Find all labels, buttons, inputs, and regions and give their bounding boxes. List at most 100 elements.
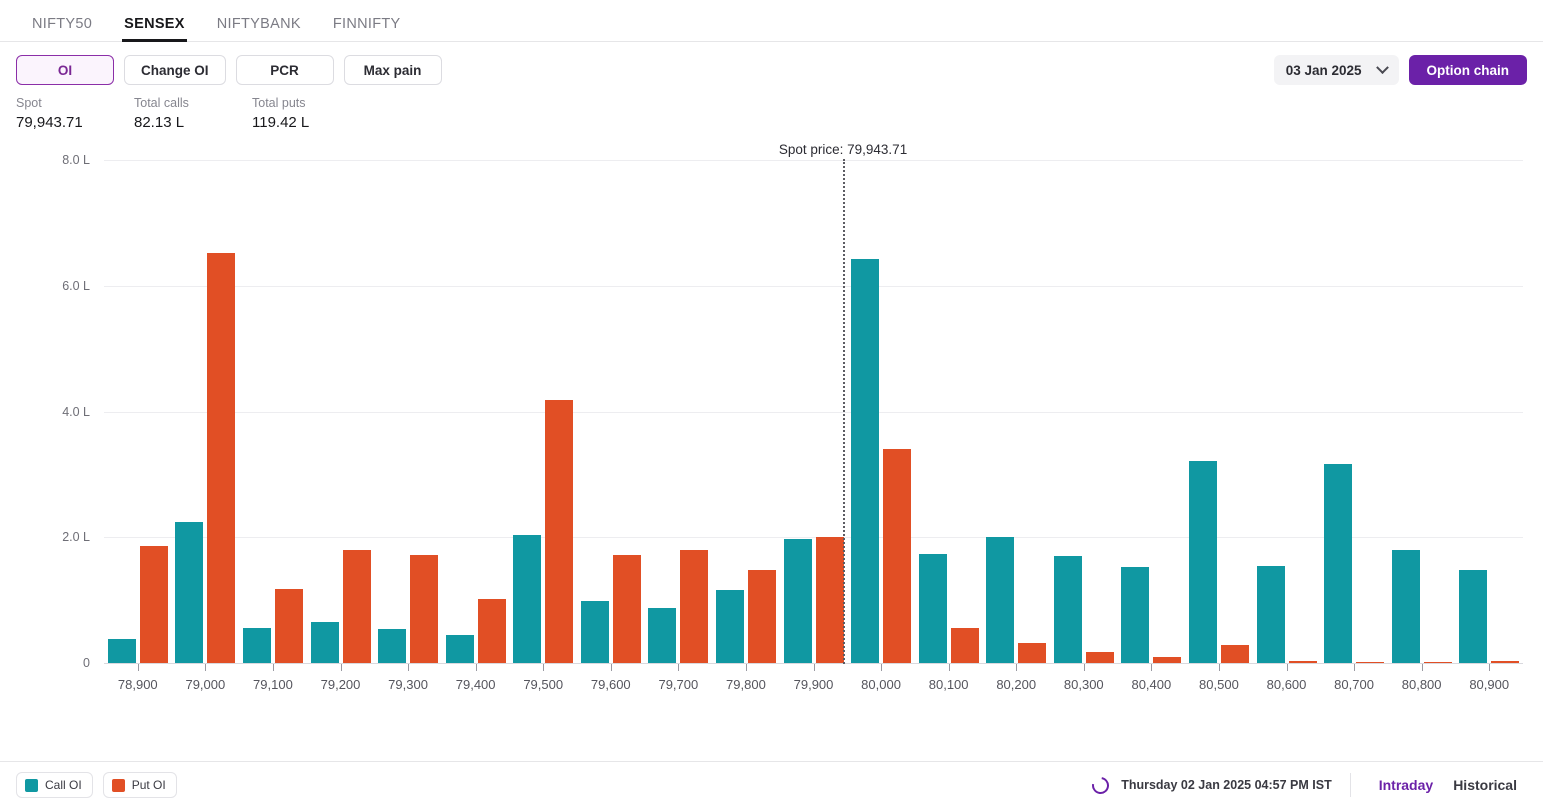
x-axis-label: 79,000: [185, 677, 226, 692]
x-axis-label: 79,400: [455, 677, 496, 692]
metric-button-oi[interactable]: OI: [16, 55, 114, 85]
bar-call-oi-79100[interactable]: [242, 628, 271, 663]
index-tab-nifty50[interactable]: NIFTY50: [16, 16, 108, 41]
bar-put-oi-80100[interactable]: [950, 628, 979, 663]
x-axis-label: 80,500: [1199, 677, 1239, 692]
x-axis-label: 80,200: [996, 677, 1037, 692]
bar-call-oi-79700[interactable]: [648, 607, 677, 663]
bar-call-oi-78900[interactable]: [107, 639, 136, 663]
y-axis-tick-label: 8.0 L: [62, 153, 90, 167]
bar-call-oi-79500[interactable]: [513, 534, 542, 663]
timeframe-mode-group: Intraday Historical: [1369, 777, 1527, 793]
bar-put-oi-79800[interactable]: [747, 569, 776, 663]
stat-spot: Spot 79,943.71: [16, 94, 134, 142]
option-oi-page: NIFTY50 SENSEX NIFTYBANK FINNIFTY OI Change …: [0, 0, 1543, 808]
x-axis-label: 80,700: [1334, 677, 1374, 692]
stat-total-calls: Total calls 82.13 L: [134, 94, 252, 142]
mode-button-historical[interactable]: Historical: [1443, 777, 1527, 793]
put-oi-swatch: [111, 778, 125, 792]
bar-call-oi-80700[interactable]: [1324, 464, 1353, 663]
bar-put-oi-79700[interactable]: [680, 549, 709, 663]
x-axis-label: 79,700: [658, 677, 699, 692]
refresh-icon[interactable]: [1088, 773, 1113, 797]
option-chain-button[interactable]: Option chain: [1408, 55, 1527, 85]
x-axis-tick: [1354, 664, 1356, 671]
x-axis-tick: [610, 664, 612, 671]
y-axis-tick-label: 2.0 L: [62, 530, 90, 545]
bar-call-oi-80000[interactable]: [851, 259, 880, 663]
x-axis-label: 79,300: [388, 677, 428, 692]
metric-button-max-pain[interactable]: Max pain: [343, 55, 442, 85]
legend-item-call-oi[interactable]: Call OI: [16, 772, 93, 798]
x-axis-tick: [543, 664, 545, 671]
gridline: [104, 537, 1523, 539]
stat-label: Total calls: [134, 96, 189, 110]
x-axis-label: 80,000: [861, 677, 901, 692]
x-axis-tick: [1016, 664, 1018, 671]
bar-put-oi-79400[interactable]: [477, 598, 506, 663]
bar-call-oi-80100[interactable]: [918, 554, 947, 663]
mode-button-intraday[interactable]: Intraday: [1369, 777, 1443, 793]
bar-put-oi-80800[interactable]: [1423, 661, 1452, 663]
bar-call-oi-80300[interactable]: [1053, 556, 1082, 663]
bar-call-oi-79400[interactable]: [445, 635, 474, 663]
bar-put-oi-80700[interactable]: [1356, 661, 1385, 663]
index-tab-niftybank[interactable]: NIFTYBANK: [201, 16, 317, 41]
legend-item-put-oi[interactable]: Put OI: [102, 772, 177, 798]
bar-put-oi-79200[interactable]: [342, 549, 371, 663]
metric-button-pcr[interactable]: PCR: [235, 55, 334, 85]
index-tab-sensex[interactable]: SENSEX: [108, 16, 201, 42]
bar-put-oi-79000[interactable]: [207, 253, 236, 663]
bar-call-oi-79800[interactable]: [715, 590, 744, 663]
bar-call-oi-79600[interactable]: [580, 601, 609, 663]
x-axis-label: 79,100: [253, 677, 293, 692]
bar-call-oi-80600[interactable]: [1256, 565, 1285, 663]
bar-call-oi-80500[interactable]: [1188, 460, 1217, 663]
bar-put-oi-79600[interactable]: [612, 554, 641, 663]
bar-put-oi-80300[interactable]: [1085, 651, 1114, 663]
bar-put-oi-79900[interactable]: [815, 537, 844, 663]
bar-put-oi-80400[interactable]: [1153, 657, 1182, 663]
x-axis-tick: [948, 664, 950, 671]
x-axis-tick: [205, 664, 207, 671]
bar-call-oi-79000[interactable]: [175, 522, 204, 663]
x-axis-label: 79,200: [320, 677, 361, 692]
bar-call-oi-79200[interactable]: [310, 622, 339, 663]
chart-plot-area: 0 2.0 L 4.0 L 6.0 L 8.0 L 78,900 79,000 79,100 7…: [0, 142, 1543, 742]
expiry-date-selector[interactable]: 03 Jan 2025: [1273, 55, 1399, 85]
x-axis-tick: [745, 664, 747, 671]
x-axis-tick: [340, 664, 342, 671]
bar-call-oi-80400[interactable]: [1121, 567, 1150, 663]
bar-call-oi-79300[interactable]: [378, 629, 407, 663]
bar-call-oi-80900[interactable]: [1459, 569, 1488, 663]
bar-put-oi-80200[interactable]: [1018, 642, 1047, 663]
bar-put-oi-80600[interactable]: [1288, 661, 1317, 663]
x-axis-tick: [475, 664, 477, 671]
bar-put-oi-79300[interactable]: [410, 554, 439, 663]
bar-put-oi-80000[interactable]: [883, 449, 912, 663]
x-axis-tick: [1489, 664, 1491, 671]
bar-put-oi-79100[interactable]: [274, 588, 303, 663]
metric-button-change-oi[interactable]: Change OI: [124, 55, 226, 85]
gridline: [104, 160, 1523, 161]
call-oi-swatch: [25, 778, 38, 792]
y-axis-tick-label: 6.0 L: [62, 278, 90, 293]
bar-call-oi-80200[interactable]: [986, 537, 1015, 663]
bar-call-oi-80800[interactable]: [1391, 549, 1420, 663]
bar-call-oi-79900[interactable]: [783, 538, 812, 663]
bar-put-oi-80900[interactable]: [1491, 660, 1520, 663]
x-axis-tick: [813, 664, 815, 671]
x-axis-tick: [137, 664, 139, 671]
toolbar: OI Change OI PCR Max pain 03 Jan 2025 Optio…: [0, 48, 1543, 92]
x-axis-label: 80,300: [1063, 677, 1104, 692]
bar-put-oi-79500[interactable]: [545, 400, 574, 663]
last-updated-timestamp: Thursday 02 Jan 2025 04:57 PM IST: [1121, 778, 1332, 792]
x-axis-label: 80,100: [928, 677, 969, 692]
bar-put-oi-80500[interactable]: [1220, 645, 1249, 663]
bar-put-oi-78900[interactable]: [139, 546, 168, 663]
metric-button-group: OI Change OI PCR Max pain: [16, 55, 442, 85]
x-axis-tick: [1218, 664, 1220, 671]
index-tab-finnifty[interactable]: FINNIFTY: [317, 16, 417, 41]
x-axis-tick: [678, 664, 680, 671]
footer-divider: [1349, 773, 1351, 797]
